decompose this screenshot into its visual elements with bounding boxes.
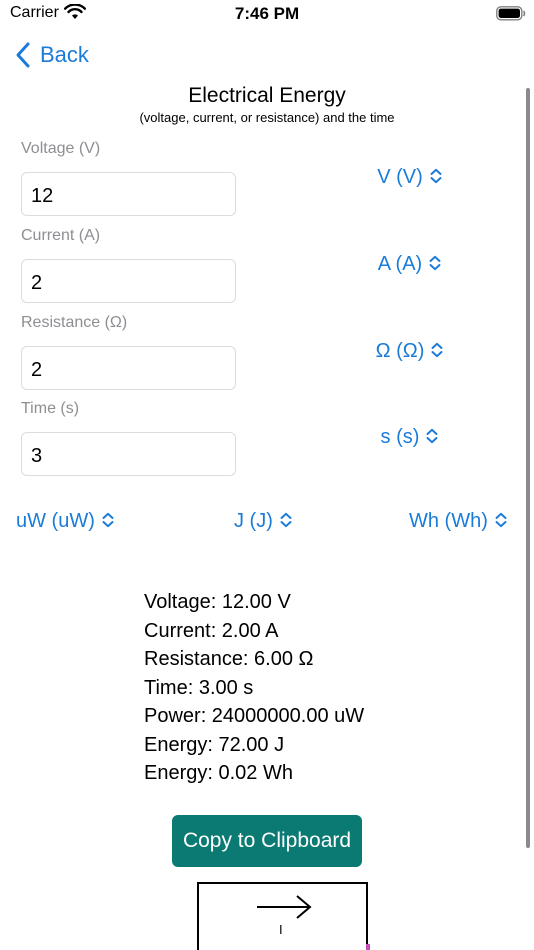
copy-to-clipboard-button[interactable]: Copy to Clipboard <box>172 815 362 867</box>
scroll-indicator[interactable] <box>526 88 530 848</box>
resistance-label: Resistance (Ω) <box>21 314 128 331</box>
back-label: Back <box>40 42 89 67</box>
resistance-input[interactable] <box>21 346 236 390</box>
page-subtitle: (voltage, current, or resistance) and th… <box>139 110 395 125</box>
voltage-label: Voltage (V) <box>21 140 101 157</box>
energy-j-unit-picker[interactable]: J (J) <box>234 510 293 533</box>
updown-chevron-icon <box>102 512 114 528</box>
voltage-unit-picker[interactable]: V (V) <box>340 166 480 189</box>
result-energy-wh: Energy: 0.02 Wh <box>144 762 293 784</box>
voltage-input[interactable] <box>21 172 236 216</box>
current-input[interactable] <box>21 259 236 303</box>
time-unit-label: s (s) <box>380 426 420 448</box>
results-panel: Voltage: 12.00 V Current: 2.00 A Resista… <box>144 588 364 788</box>
arrow-right-icon <box>257 895 312 919</box>
back-button[interactable]: Back <box>14 40 89 70</box>
updown-chevron-icon <box>430 168 442 184</box>
result-power: Power: 24000000.00 uW <box>144 705 365 727</box>
time-unit-picker[interactable]: s (s) <box>340 426 480 449</box>
resistance-unit-label: Ω (Ω) <box>375 340 425 362</box>
power-unit-label: uW (uW) <box>16 510 95 532</box>
time-label: Time (s) <box>21 400 80 417</box>
current-unit-picker[interactable]: A (A) <box>340 253 480 276</box>
circuit-diagram: I <box>197 882 368 950</box>
updown-chevron-icon <box>495 512 507 528</box>
status-time: 7:46 PM <box>234 4 300 23</box>
current-label: Current (A) <box>21 227 101 244</box>
battery-icon <box>496 6 526 21</box>
result-resistance: Resistance: 6.00 Ω <box>144 648 314 670</box>
current-unit-label: A (A) <box>377 253 423 275</box>
result-current: Current: 2.00 A <box>144 619 279 642</box>
voltage-unit-label: V (V) <box>377 166 423 188</box>
current-symbol: I <box>279 922 283 937</box>
result-energy-j: Energy: 72.00 J <box>144 733 285 756</box>
power-unit-picker[interactable]: uW (uW) <box>16 510 115 533</box>
resistance-unit-picker[interactable]: Ω (Ω) <box>340 340 480 363</box>
time-input[interactable] <box>21 432 236 476</box>
result-time: Time: 3.00 s <box>144 676 254 699</box>
energy-wh-unit-label: Wh (Wh) <box>409 510 488 532</box>
page-title: Electrical Energy <box>188 84 346 107</box>
updown-chevron-icon <box>426 428 438 444</box>
status-bar: Carrier 7:46 PM <box>0 0 534 28</box>
updown-chevron-icon <box>431 342 443 358</box>
energy-wh-unit-picker[interactable]: Wh (Wh) <box>409 510 508 533</box>
energy-j-unit-label: J (J) <box>234 510 273 532</box>
result-voltage: Voltage: 12.00 V <box>144 591 291 613</box>
updown-chevron-icon <box>280 512 292 528</box>
back-chevron-icon <box>16 42 30 68</box>
updown-chevron-icon <box>429 255 441 271</box>
diagram-marker <box>366 944 370 950</box>
